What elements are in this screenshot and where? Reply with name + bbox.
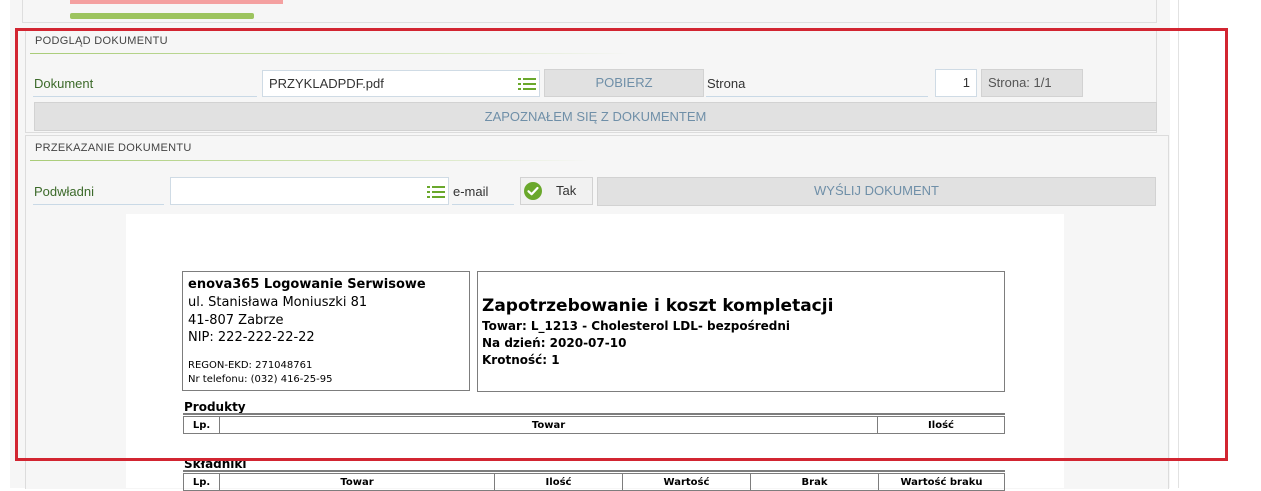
components-rule (183, 470, 1005, 472)
status-bar-red (70, 0, 283, 4)
progress-bar-green (70, 13, 254, 19)
highlight-frame (15, 28, 1228, 461)
components-table: Lp. Towar Ilość Wartość Brak Wartość bra… (183, 473, 1005, 491)
